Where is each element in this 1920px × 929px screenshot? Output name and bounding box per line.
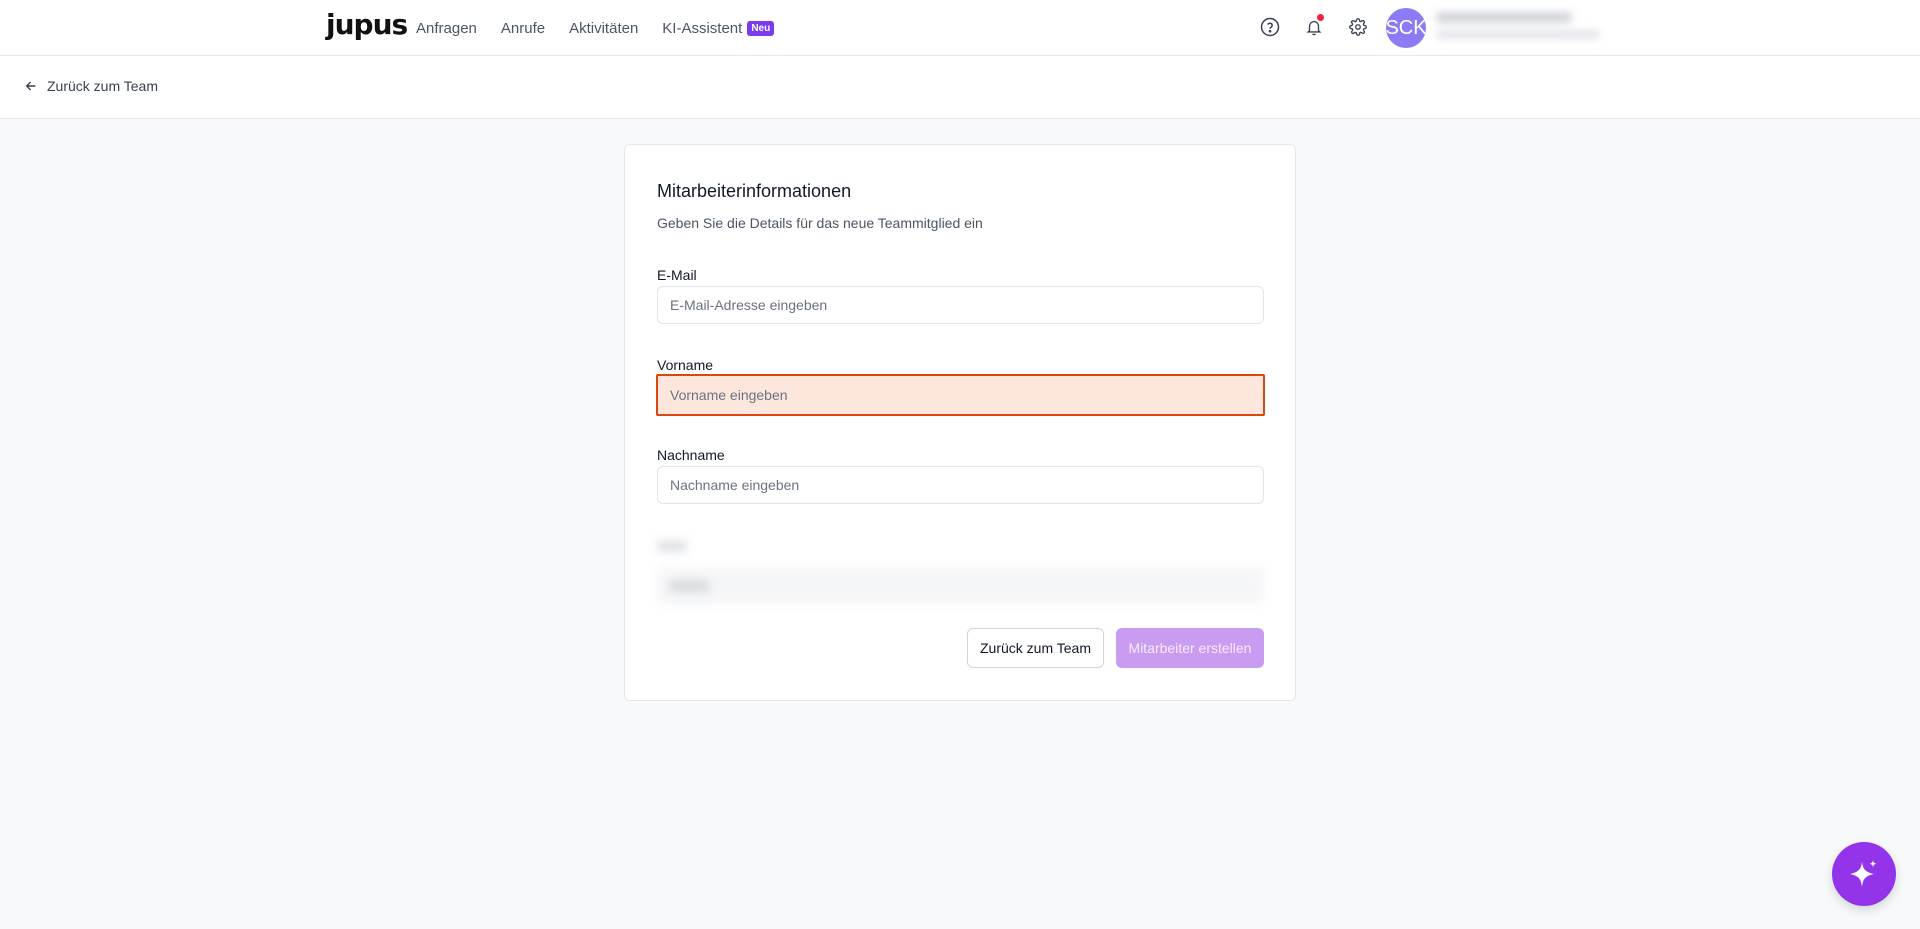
help-circle-icon [1260, 17, 1280, 37]
employee-form-card: Mitarbeiterinformationen Geben Sie die D… [624, 144, 1296, 701]
ai-assistant-fab[interactable] [1832, 842, 1896, 906]
arrow-left-icon [25, 81, 36, 91]
settings-button[interactable] [1345, 14, 1371, 40]
back-to-team-link[interactable]: Zurück zum Team [24, 78, 158, 94]
nav-item-label: Anrufe [500, 19, 546, 37]
new-badge: Neu [747, 20, 775, 36]
notification-dot [1317, 14, 1324, 21]
back-to-team-button[interactable]: Zurück zum Team [967, 628, 1104, 668]
form-subtitle: Geben Sie die Details für das neue Teamm… [657, 215, 983, 231]
nav-item-label: KI-Assistent [662, 19, 743, 37]
role-select-redacted[interactable] [657, 535, 1264, 605]
back-link-label: Zurück zum Team [47, 78, 158, 94]
email-label: E-Mail [657, 267, 697, 283]
sub-header: Zurück zum Team [0, 56, 1920, 119]
nav-item-ki-assistent[interactable]: KI-Assistent Neu [662, 19, 775, 37]
lastname-field[interactable] [657, 466, 1264, 504]
sparkle-icon [1850, 860, 1877, 887]
nav-item-anfragen[interactable]: Anfragen [416, 20, 477, 37]
help-button[interactable] [1257, 14, 1283, 40]
create-employee-button[interactable]: Mitarbeiter erstellen [1116, 628, 1264, 668]
user-info-redacted[interactable] [1436, 12, 1600, 46]
firstname-label: Vorname [657, 357, 714, 373]
gear-icon [1349, 18, 1367, 36]
form-title: Mitarbeiterinformationen [657, 181, 852, 201]
nav-item-label: Anfragen [416, 19, 477, 37]
email-field[interactable] [657, 286, 1264, 324]
jupus-logo[interactable]: jupus [326, 8, 408, 41]
top-navigation-bar: jupus Anfragen Anrufe Aktivitäten KI-Ass… [0, 0, 1920, 56]
lastname-label: Nachname [657, 447, 725, 463]
user-avatar[interactable]: SCK [1385, 8, 1427, 48]
nav-item-aktivitaeten[interactable]: Aktivitäten [569, 20, 638, 37]
nav-item-anrufe[interactable]: Anrufe [501, 20, 545, 37]
firstname-field[interactable] [656, 374, 1265, 416]
main-nav: Anfragen Anrufe Aktivitäten KI-Assistent… [416, 0, 798, 56]
notifications-button[interactable] [1301, 14, 1327, 40]
nav-item-label: Aktivitäten [569, 19, 639, 37]
